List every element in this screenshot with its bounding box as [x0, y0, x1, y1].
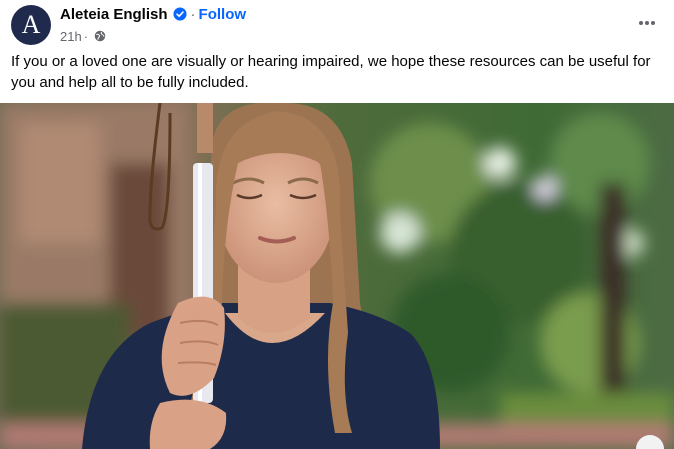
more-options-icon [639, 21, 655, 25]
follow-button[interactable]: Follow [199, 6, 247, 23]
name-row: Aleteia English · Follow [60, 4, 246, 24]
avatar-letter: A [21, 10, 41, 39]
verified-badge-icon [172, 7, 187, 21]
photo-woman-with-white-cane [0, 103, 674, 449]
separator-dot: · [190, 5, 196, 23]
post-header: A Aleteia English · Follow 21h · [0, 0, 674, 46]
more-options-button[interactable] [636, 12, 658, 34]
post-text: If you or a loved one are visually or he… [11, 53, 651, 91]
page-avatar[interactable]: A [11, 5, 51, 45]
page-name-link[interactable]: Aleteia English [60, 6, 168, 23]
timestamp-row: 21h · [60, 28, 246, 44]
post-meta: Aleteia English · Follow 21h · [60, 4, 246, 44]
globe-icon [94, 30, 106, 42]
post-image[interactable] [0, 103, 674, 449]
timestamp-separator: · [83, 28, 89, 44]
post-timestamp[interactable]: 21h [60, 29, 82, 44]
